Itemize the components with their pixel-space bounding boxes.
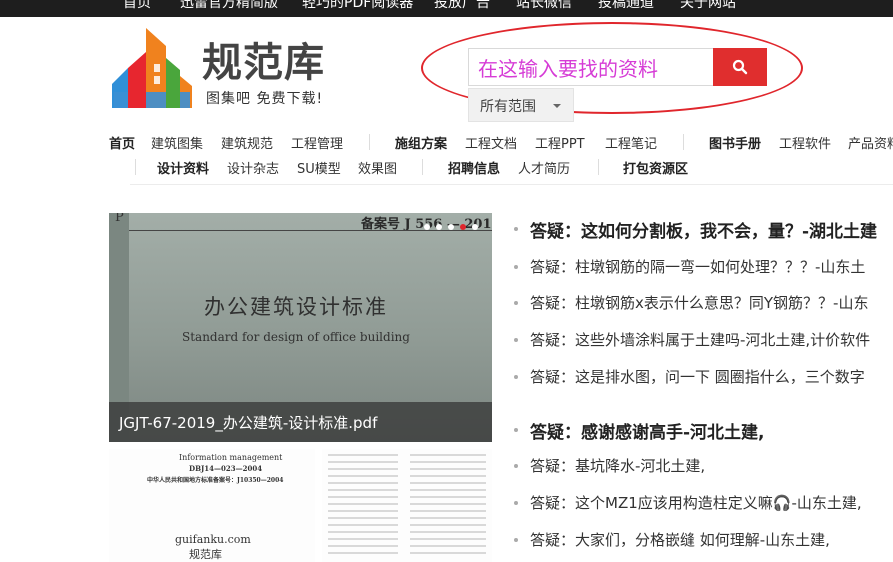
bullet: [514, 464, 518, 468]
topbar-link-submit[interactable]: 投稿通道: [598, 0, 654, 12]
slide-corner-letter: P: [115, 213, 124, 225]
nav-link-documents[interactable]: 工程文档: [465, 133, 517, 152]
slide-rule: [129, 230, 492, 231]
slider-dot[interactable]: [424, 224, 430, 230]
nav-underline: [130, 184, 893, 185]
nav-link-design-data[interactable]: 设计资料: [157, 158, 209, 177]
nav-link-software[interactable]: 工程软件: [779, 133, 831, 152]
chevron-down-icon: [553, 104, 561, 108]
thumbnail-document-cover[interactable]: Information management DBJ14—023—2004 中华…: [109, 449, 315, 562]
nav-link-atlas[interactable]: 建筑图集: [151, 133, 203, 152]
nav-link-codes[interactable]: 建筑规范: [221, 133, 273, 152]
site-logo[interactable]: 规范库 图集吧 免费下载!: [110, 26, 340, 110]
search-placeholder: 在这输入要找的资料: [478, 57, 658, 81]
search-icon: [732, 59, 748, 75]
thumb-site: guifanku.com: [175, 533, 251, 546]
nav-link-notes[interactable]: 工程笔记: [605, 133, 657, 152]
bullet: [514, 301, 518, 305]
nav-divider: [422, 159, 423, 175]
slide-caption[interactable]: JGJT-67-2019_办公建筑-设计标准.pdf: [119, 412, 377, 433]
nav-divider: [135, 159, 136, 175]
search-button[interactable]: [713, 48, 767, 86]
topbar-link-about[interactable]: 关于网站: [680, 0, 736, 12]
topbar-link-home[interactable]: 首页: [123, 0, 151, 12]
nav-link-construction-plans[interactable]: 施组方案: [395, 133, 447, 152]
logo-house-icon: [112, 28, 192, 108]
thumb-heading: Information management: [179, 453, 283, 462]
slider-dot-active[interactable]: [460, 224, 466, 230]
search-scope-select[interactable]: 所有范围: [468, 88, 574, 122]
nav-link-renderings[interactable]: 效果图: [358, 158, 397, 177]
logo-title: 规范库: [202, 40, 325, 86]
bullet: [514, 375, 518, 379]
nav-link-books[interactable]: 图书手册: [709, 133, 761, 152]
nav-link-su-models[interactable]: SU模型: [297, 158, 341, 177]
bullet: [514, 265, 518, 269]
nav-link-magazines[interactable]: 设计杂志: [227, 158, 279, 177]
slider-dot[interactable]: [472, 224, 478, 230]
top-bar: 首页 迅雷官方精简版 轻巧的PDF阅读器 投放广告 站长微信 投稿通道 关于网站: [0, 0, 893, 17]
bullet: [514, 501, 518, 505]
slide-title-en: Standard for design of office building: [182, 330, 410, 344]
bullet: [514, 338, 518, 342]
thumb-filing: 中华人民共和国地方标准备案号：J10350—2004: [147, 477, 284, 484]
bullet: [514, 227, 518, 231]
qa-item-text[interactable]: 答疑：这个MZ1应该用构造柱定义嘛🎧-山东土建,: [530, 492, 862, 513]
slider-dot[interactable]: [448, 224, 454, 230]
thumb-site-name: 规范库: [189, 548, 222, 561]
bullet: [514, 428, 518, 432]
nav-link-jobs[interactable]: 招聘信息: [448, 158, 500, 177]
nav-link-products[interactable]: 产品资料: [848, 133, 893, 152]
qa-item-text[interactable]: 答疑：柱墩钢筋x表示什么意思？同Y钢筋？？-山东: [530, 292, 868, 313]
qa-item-text[interactable]: 答疑：大家们，分格嵌缝 如何理解-山东土建,: [530, 529, 830, 550]
thumbnail-table-of-contents[interactable]: [322, 449, 492, 562]
qa-item-text[interactable]: 答疑：这些外墙涂料属于土建吗-河北土建,计价软件: [530, 329, 870, 350]
nav-divider: [598, 159, 599, 175]
slide-title-cn: 办公建筑设计标准: [204, 295, 388, 319]
topbar-link-pdf-reader[interactable]: 轻巧的PDF阅读器: [302, 0, 413, 12]
slider-dot[interactable]: [436, 224, 442, 230]
nav-divider: [683, 134, 684, 150]
topbar-link-wechat[interactable]: 站长微信: [516, 0, 572, 12]
nav-link-resumes[interactable]: 人才简历: [518, 158, 570, 177]
nav-divider: [369, 134, 370, 150]
search-scope-label: 所有范围: [480, 99, 536, 115]
qa-item-text[interactable]: 答疑：这如何分割板，我不会，量？-湖北土建: [530, 217, 877, 242]
featured-slider[interactable]: P 备案号 J 556 — 2019 办公建筑设计标准 Standard for…: [109, 213, 492, 442]
thumb-toc-lines: [328, 454, 486, 554]
qa-item-text[interactable]: 答疑：柱墩钢筋的隔一弯一如何处理？？？-山东土: [530, 256, 865, 277]
nav-link-ppt[interactable]: 工程PPT: [535, 133, 585, 152]
qa-item-text[interactable]: 答疑：这是排水图，问一下 圆圈指什么，三个数字: [530, 366, 865, 387]
slide-caption-bar: JGJT-67-2019_办公建筑-设计标准.pdf: [109, 402, 492, 442]
nav-link-management[interactable]: 工程管理: [291, 133, 343, 152]
qa-item-text[interactable]: 答疑：基坑降水-河北土建,: [530, 455, 705, 476]
topbar-link-ads[interactable]: 投放广告: [434, 0, 490, 12]
thumb-code: DBJ14—023—2004: [189, 464, 263, 473]
bullet: [514, 538, 518, 542]
qa-item-text[interactable]: 答疑：感谢感谢高手-河北土建,: [530, 418, 765, 443]
logo-slogan: 图集吧 免费下载!: [206, 91, 324, 107]
nav-link-home[interactable]: 首页: [109, 133, 135, 152]
topbar-link-xunlei[interactable]: 迅雷官方精简版: [180, 0, 278, 12]
nav-link-bundles[interactable]: 打包资源区: [623, 158, 688, 177]
